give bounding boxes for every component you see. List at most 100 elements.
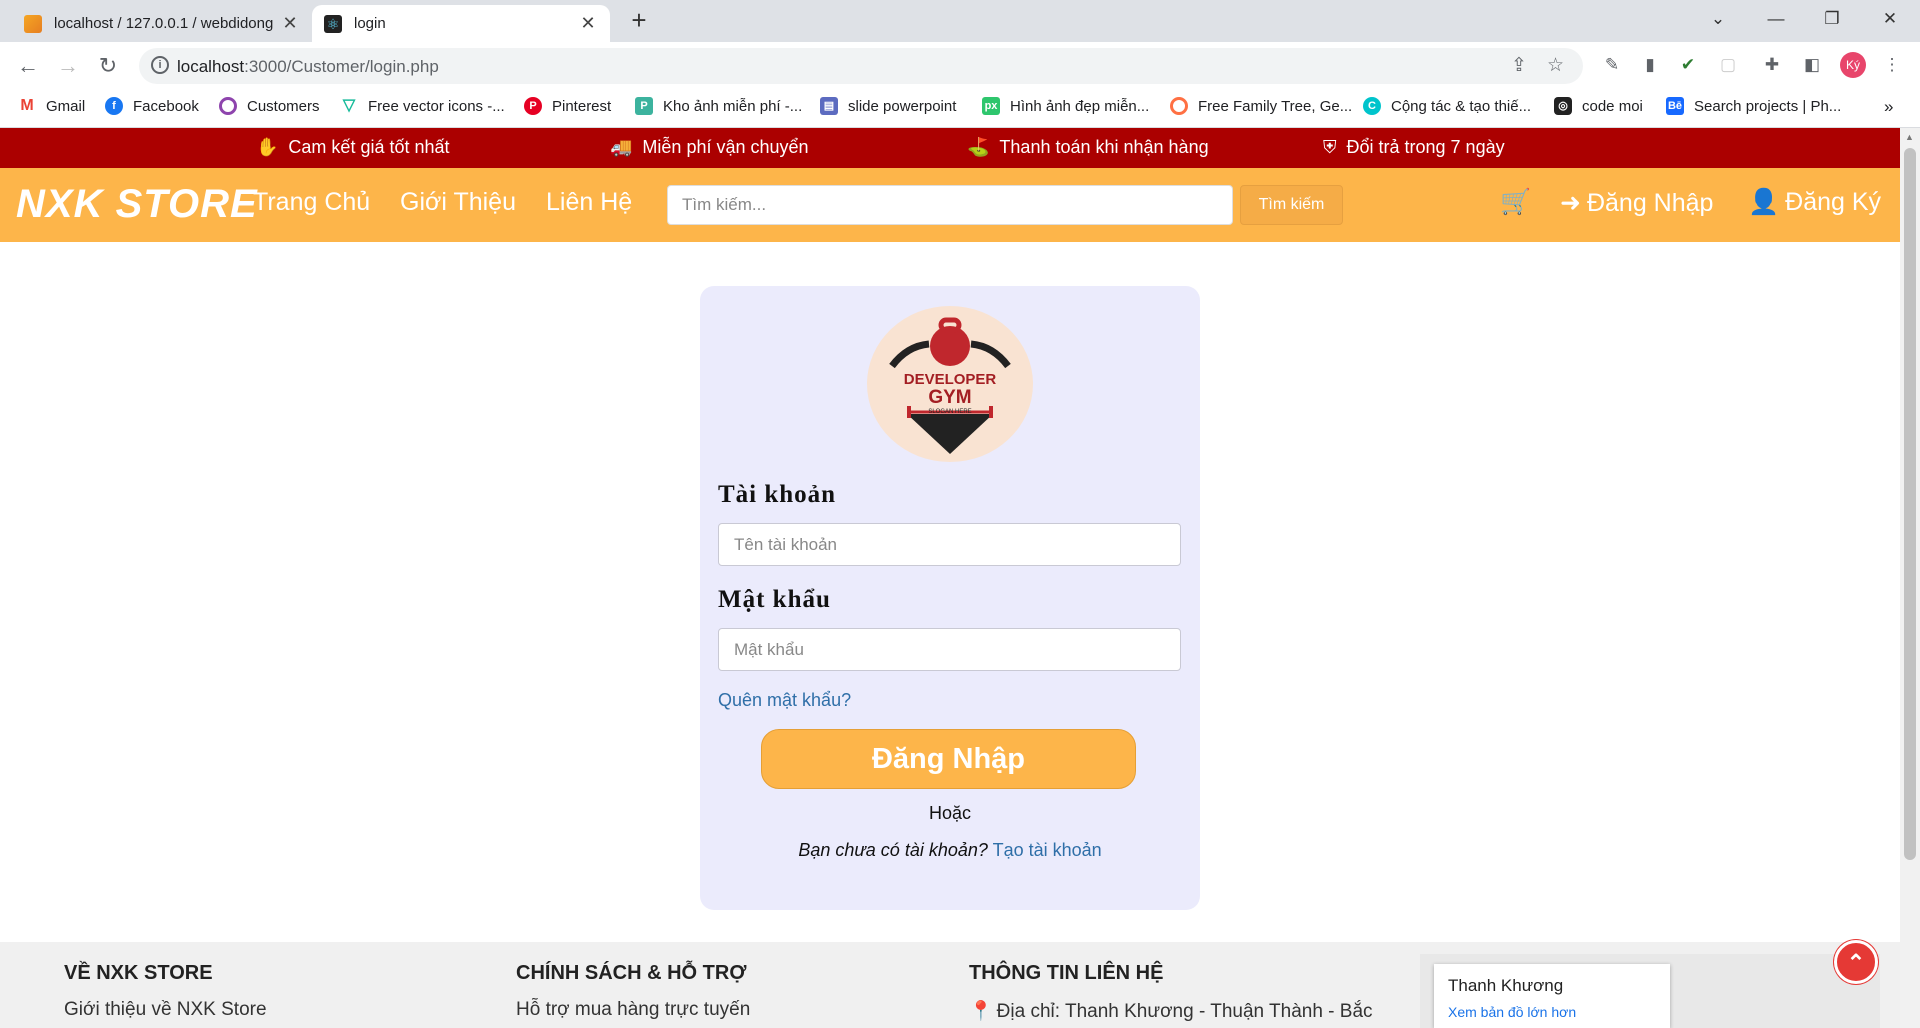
password-field[interactable] <box>718 628 1181 671</box>
pinterest-icon: P <box>524 97 542 115</box>
bookmarks-overflow-button[interactable]: » <box>1884 97 1893 117</box>
location-pin-icon: 📍 <box>969 1001 993 1022</box>
bookmark-item[interactable]: px Hình ảnh đẹp miễn... <box>982 97 1149 115</box>
bookmark-label: Facebook <box>133 97 199 115</box>
site-info-icon[interactable]: i <box>151 56 169 74</box>
browser-toolbar: ← → ↻ i localhost:3000/Customer/login.ph… <box>0 42 1920 88</box>
bookmark-label: Pinterest <box>552 97 612 115</box>
footer-policy-link[interactable]: Hỗ trợ mua hàng trực tuyến <box>516 999 750 1021</box>
menu-kebab-icon[interactable]: ⋮ <box>1880 53 1904 77</box>
bookmark-item[interactable]: P Kho ảnh miễn phí -... <box>635 97 802 115</box>
bookmark-item[interactable]: M Gmail <box>18 97 85 115</box>
bookmark-item[interactable]: f Facebook <box>105 97 199 115</box>
url-text[interactable]: localhost:3000/Customer/login.php <box>177 57 439 77</box>
bookmark-label: Customers <box>247 97 320 115</box>
minimize-button[interactable]: — <box>1748 0 1804 40</box>
truck-icon: 🚚 <box>610 137 633 157</box>
nav-contact[interactable]: Liên Hệ <box>546 188 632 217</box>
promo-text: Miễn phí vận chuyển <box>642 137 809 157</box>
restore-button[interactable]: ❐ <box>1804 0 1860 40</box>
register-link[interactable]: 👤 Đăng Ký <box>1748 188 1881 217</box>
bookmark-star-icon[interactable]: ☆ <box>1547 54 1564 77</box>
site-header: NXK STORE Trang Chủ Giới Thiệu Liên Hệ T… <box>0 168 1900 242</box>
bookmark-item[interactable]: C Cộng tác & tạo thiế... <box>1363 97 1531 115</box>
gym-logo-line1: DEVELOPER <box>904 371 997 388</box>
react-icon: ⚛ <box>324 14 342 33</box>
bookmark-item[interactable]: ▤ slide powerpoint <box>820 97 956 115</box>
cart-icon[interactable]: 🛒 <box>1500 188 1531 217</box>
bookmark-item[interactable]: Free Family Tree, Ge... <box>1170 97 1352 115</box>
reload-icon[interactable]: ↻ <box>92 50 124 82</box>
profile-avatar[interactable]: Ký <box>1840 52 1866 78</box>
username-field[interactable] <box>718 523 1181 566</box>
share-icon[interactable]: ⇪ <box>1511 54 1527 77</box>
search-button[interactable]: Tìm kiếm <box>1240 185 1343 225</box>
promo-bar: ✋ Cam kết giá tốt nhất 🚚 Miễn phí vận chuy… <box>0 128 1900 168</box>
url-host: localhost <box>177 57 245 76</box>
close-tab-icon[interactable]: ✕ <box>280 13 300 34</box>
no-account-text: Bạn chưa có tài khoản? <box>798 840 988 860</box>
close-tab-icon[interactable]: ✕ <box>578 13 598 34</box>
scrollbar-thumb[interactable] <box>1904 148 1916 860</box>
scroll-to-top-button[interactable]: ⌃ <box>1834 940 1878 984</box>
image-stock-icon: P <box>635 97 653 115</box>
bookmark-item[interactable]: Bē Search projects | Ph... <box>1666 97 1841 115</box>
code-icon: ◎ <box>1554 97 1572 115</box>
gym-logo-line2: GYM <box>928 387 971 408</box>
footer-about-link[interactable]: Giới thiệu về NXK Store <box>64 999 267 1021</box>
url-path: :3000/Customer/login.php <box>244 57 439 76</box>
facebook-icon: f <box>105 97 123 115</box>
map-place-name: Thanh Khương <box>1448 976 1564 995</box>
extension-pen-icon[interactable]: ✎ <box>1600 53 1624 77</box>
browser-tab-strip: localhost / 127.0.0.1 / webdidong ✕ ⚛ lo… <box>0 0 1920 42</box>
close-window-button[interactable]: ✕ <box>1862 0 1918 40</box>
sign-in-icon: ➜ <box>1560 189 1581 217</box>
pixabay-icon: px <box>982 97 1000 115</box>
tab-phpmyadmin[interactable]: localhost / 127.0.0.1 / webdidong ✕ <box>12 5 312 42</box>
side-panel-icon[interactable]: ◧ <box>1800 53 1824 77</box>
login-link[interactable]: ➜ Đăng Nhập <box>1560 188 1713 218</box>
tab-title: localhost / 127.0.0.1 / webdidong <box>54 15 274 32</box>
footer-address-text: Địa chỉ: Thanh Khương - Thuận Thành - Bắ… <box>996 1001 1373 1022</box>
back-icon[interactable]: ← <box>12 50 44 82</box>
new-tab-button[interactable]: + <box>624 6 654 36</box>
extension-battery-icon[interactable]: ▮ <box>1638 53 1662 77</box>
nav-home[interactable]: Trang Chủ <box>253 188 370 217</box>
login-submit-button[interactable]: Đăng Nhập <box>761 729 1136 789</box>
tab-search-icon[interactable]: ⌄ <box>1690 0 1746 40</box>
extensions-puzzle-icon[interactable]: ✚ <box>1760 53 1784 77</box>
tab-login[interactable]: ⚛ login ✕ <box>312 5 610 42</box>
user-plus-icon: 👤 <box>1748 188 1780 216</box>
footer-policy-title: CHÍNH SÁCH & HỖ TRỢ <box>516 962 747 984</box>
site-footer: VỀ NXK STORE Giới thiệu về NXK Store CHÍ… <box>0 942 1900 1028</box>
footer-contact-title: THÔNG TIN LIÊN HỆ <box>969 962 1164 984</box>
map-embed[interactable]: Thanh Khương Xem bản đồ lớn hơn <box>1420 954 1880 1028</box>
map-larger-link[interactable]: Xem bản đồ lớn hơn <box>1448 1004 1576 1020</box>
bookmark-item[interactable]: ▽ Free vector icons -... <box>340 97 505 115</box>
address-bar[interactable]: i localhost:3000/Customer/login.php ⇪ ☆ <box>139 48 1583 84</box>
store-logo[interactable]: NXK STORE <box>16 182 258 227</box>
behance-icon: Bē <box>1666 97 1684 115</box>
register-prompt: Bạn chưa có tài khoản? Tạo tài khoản <box>700 840 1200 861</box>
promo-text: Thanh toán khi nhận hàng <box>999 137 1209 157</box>
bookmarks-bar: M Gmail f Facebook Customers ▽ Free vector … <box>0 88 1920 128</box>
page-scrollbar[interactable]: ▲ <box>1900 128 1920 1028</box>
nav-about[interactable]: Giới Thiệu <box>400 188 516 217</box>
forgot-password-link[interactable]: Quên mật khẩu? <box>718 690 851 711</box>
family-tree-icon <box>1170 97 1188 115</box>
bookmark-item[interactable]: P Pinterest <box>524 97 611 115</box>
vector-icon: ▽ <box>342 97 356 114</box>
extension-blank-icon[interactable]: ▢ <box>1716 53 1740 77</box>
bookmark-item[interactable]: Customers <box>219 97 320 115</box>
search-input[interactable] <box>667 185 1233 225</box>
promo-item: ⛳ Thanh toán khi nhận hàng <box>967 137 1209 158</box>
create-account-link[interactable]: Tạo tài khoản <box>993 840 1102 860</box>
footer-about-title: VỀ NXK STORE <box>64 962 213 984</box>
bookmark-label: Hình ảnh đẹp miễn... <box>1010 97 1150 115</box>
bookmark-item[interactable]: ◎ code moi <box>1554 97 1643 115</box>
promo-item: ⛨ Đổi trả trong 7 ngày <box>1323 137 1505 158</box>
extension-color-icon[interactable]: ✔ <box>1676 53 1700 77</box>
gym-logo-slogan: SLOGAN HERE <box>928 409 971 415</box>
forward-icon[interactable]: → <box>52 50 84 82</box>
scroll-up-arrow-icon[interactable]: ▲ <box>1905 132 1914 142</box>
